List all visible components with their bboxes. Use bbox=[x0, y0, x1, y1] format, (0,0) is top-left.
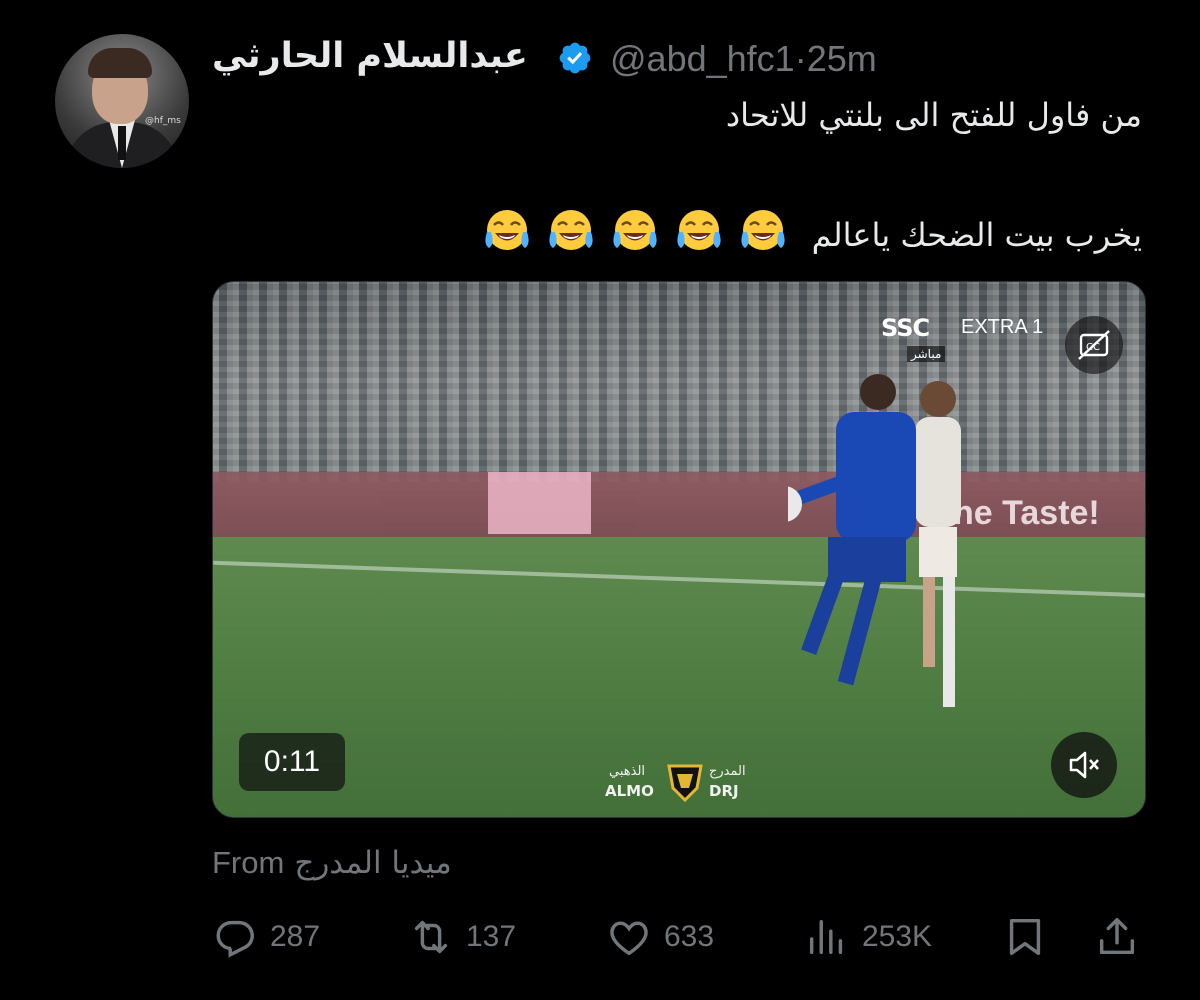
from-label: From bbox=[212, 845, 285, 880]
like-count: 633 bbox=[664, 920, 715, 953]
action-bar: 287 137 633 253K bbox=[212, 912, 1144, 962]
video-duration: 0:11 bbox=[239, 733, 345, 791]
pitch-line bbox=[213, 560, 1145, 598]
player-blue-kit bbox=[788, 374, 916, 686]
verified-badge-icon bbox=[559, 42, 591, 74]
avatar-tie bbox=[118, 126, 126, 160]
tweet-text-line-2-text: يخرب بيت الضحك ياعالم bbox=[811, 216, 1142, 254]
reply-icon bbox=[216, 920, 254, 958]
face-with-tears-of-joy-emoji bbox=[549, 210, 594, 250]
face-with-tears-of-joy-emoji bbox=[741, 210, 786, 250]
video-pink-board bbox=[488, 472, 591, 534]
watermark-left: ALMO bbox=[605, 782, 654, 800]
handle-and-time[interactable]: @abd_hfc1·25m bbox=[610, 38, 877, 80]
separator: · bbox=[794, 38, 807, 79]
face-with-tears-of-joy-emoji bbox=[485, 210, 530, 250]
ssc-logo: SSC bbox=[881, 314, 930, 342]
bookmark-icon bbox=[1009, 918, 1041, 956]
like-button[interactable]: 633 bbox=[606, 912, 714, 962]
tweet-header: عبدالسلام الحارثي @abd_hfc1·25m bbox=[212, 32, 972, 82]
volume-muted-icon[interactable] bbox=[1051, 732, 1117, 798]
share-icon bbox=[1099, 918, 1135, 955]
repost-count: 137 bbox=[466, 920, 517, 953]
watermark-right-arabic: المدرج bbox=[709, 764, 746, 779]
handle: @abd_hfc1 bbox=[610, 38, 795, 79]
reply-count: 287 bbox=[270, 920, 321, 953]
channel-name: EXTRA 1 bbox=[961, 316, 1044, 338]
tweet-text-line-2: يخرب بيت الضحك ياعالم bbox=[481, 208, 1142, 256]
views-chart-icon bbox=[809, 919, 843, 955]
face-with-tears-of-joy-emoji bbox=[613, 210, 658, 250]
emoji-group bbox=[481, 210, 801, 254]
bookmark-button[interactable] bbox=[1002, 912, 1060, 962]
live-tag: مباشر bbox=[907, 346, 946, 362]
reply-button[interactable]: 287 bbox=[212, 912, 320, 962]
view-count: 253K bbox=[862, 920, 933, 953]
video-player[interactable]: he Taste! SSC EXTRA 1 مباشر CC 0:11 الذه… bbox=[212, 281, 1146, 818]
media-source: From ميديا المدرج bbox=[212, 845, 452, 881]
avatar-watermark: @hf_ms bbox=[145, 116, 181, 126]
heart-icon bbox=[610, 921, 648, 956]
repost-button[interactable]: 137 bbox=[408, 912, 516, 962]
tweet-text-line-1: من فاول للفتح الى بلنتي للاتحاد bbox=[725, 96, 1142, 134]
watermark-left-arabic: الذهبي bbox=[609, 764, 646, 779]
display-name[interactable]: عبدالسلام الحارثي bbox=[212, 36, 528, 76]
watermark-right: DRJ bbox=[709, 782, 739, 800]
closed-captions-off-icon[interactable]: CC bbox=[1065, 316, 1123, 374]
channel-watermark: الذهبي المدرج ALMO DRJ bbox=[605, 754, 755, 814]
timestamp: 25m bbox=[806, 38, 877, 79]
tiger-logo-icon bbox=[667, 764, 703, 802]
repost-icon bbox=[414, 920, 448, 954]
broadcaster-logo: SSC EXTRA 1 مباشر bbox=[881, 312, 1091, 366]
views-button[interactable]: 253K bbox=[804, 912, 932, 962]
avatar-hair bbox=[88, 48, 152, 78]
face-with-tears-of-joy-emoji bbox=[677, 210, 722, 250]
avatar[interactable]: @hf_ms bbox=[55, 34, 189, 168]
from-source-link[interactable]: ميديا المدرج bbox=[294, 845, 451, 881]
share-button[interactable] bbox=[1094, 912, 1152, 962]
